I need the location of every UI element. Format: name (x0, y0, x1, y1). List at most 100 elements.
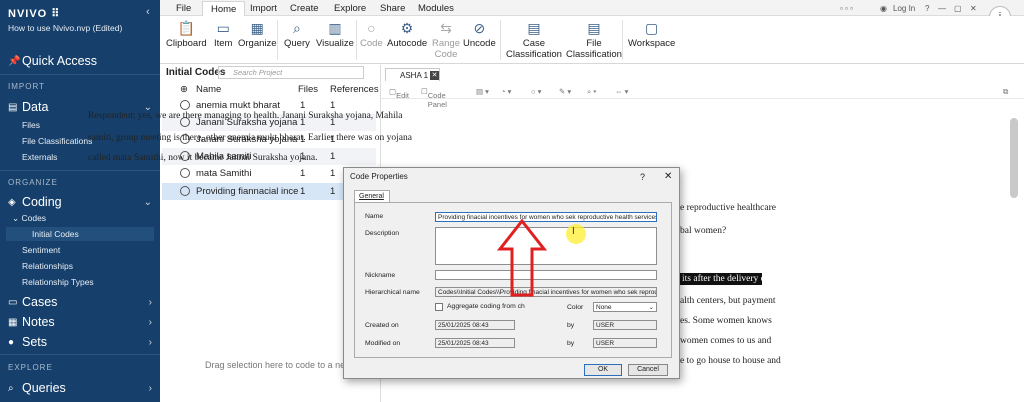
menu-explore[interactable]: Explore (334, 3, 366, 14)
document-line: e to go house to house and (680, 356, 781, 366)
add-code-icon[interactable]: ⊕ (180, 84, 188, 95)
query-icon: ⌕ (293, 20, 301, 36)
description-label: Description (365, 230, 399, 237)
code-panel-checkbox[interactable]: ☐ Code Panel (421, 87, 447, 109)
cancel-button[interactable]: Cancel (628, 364, 668, 376)
file-classification-icon: ▤ (587, 20, 601, 36)
edit-button[interactable]: ▢ Edit (389, 87, 409, 100)
search-icon: ⌕ (222, 68, 227, 77)
aggregate-checkbox[interactable] (435, 303, 443, 311)
close-tab-icon[interactable]: ✕ (430, 71, 439, 80)
sidebar-item-file-classifications[interactable]: File Classifications (22, 136, 92, 146)
sidebar-item-notes[interactable]: ▦ Notes › (0, 313, 160, 331)
uncode-icon: ⊘ (473, 20, 486, 36)
name-label: Name (365, 213, 384, 220)
query-button[interactable]: ⌕ Query (284, 18, 310, 49)
sidebar-item-cases[interactable]: ▭ Cases › (0, 293, 160, 311)
created-on-label: Created on (365, 322, 399, 329)
item-icon: ▭ (216, 20, 230, 36)
menu-create[interactable]: Create (290, 3, 319, 14)
sidebar-item-files[interactable]: Files (22, 120, 40, 130)
autocode-button[interactable]: ⚙ Autocode (387, 18, 427, 49)
menu-import[interactable]: Import (250, 3, 277, 14)
column-header-references[interactable]: References (330, 84, 379, 95)
menu-file[interactable]: File (176, 3, 191, 14)
visualize-button[interactable]: ▥ Visualize (316, 18, 354, 49)
explore-heading: EXPLORE (8, 363, 53, 372)
document-line: es. Some women knows (680, 316, 772, 326)
quick-access[interactable]: 📌 Quick Access (0, 52, 160, 70)
organize-icon: ▦ (250, 20, 264, 36)
color-select[interactable]: None ⌄ (593, 302, 657, 312)
autocode-icon: ⚙ (400, 20, 414, 36)
red-arrow-annotation (497, 219, 547, 297)
search-input[interactable]: ⌕ Search Project (218, 66, 364, 79)
chevron-down-icon: ⌄ (648, 304, 654, 311)
sidebar-item-initial-codes[interactable]: Initial Codes (32, 229, 79, 239)
format-dropdown[interactable]: ▤ ▾ (476, 87, 489, 96)
cases-icon: ▭ (8, 296, 18, 308)
coding-icon: ◈ (8, 196, 16, 208)
range-code-button[interactable]: ⇆ Range Code (432, 18, 460, 60)
document-line: women comes to us and (680, 336, 772, 346)
text-cursor-icon: I (572, 226, 575, 237)
uncode-button[interactable]: ⊘ Uncode (463, 18, 496, 49)
sidebar-item-queries[interactable]: ⌕ Queries › (0, 379, 160, 397)
hierarchical-name-label: Hierarchical name (365, 289, 420, 296)
window-controls[interactable]: ▫ ▫ ▫ (840, 4, 853, 13)
menu-home[interactable]: Home (202, 1, 246, 17)
column-header-name[interactable]: Name (196, 84, 221, 95)
close-icon[interactable]: ✕ (970, 4, 977, 13)
clipboard-icon: 📋 (177, 20, 196, 36)
minimize-icon[interactable]: — (938, 4, 946, 13)
document-line: Respondent: yes, we are there managing t… (88, 111, 403, 121)
sidebar-item-coding[interactable]: ◈ Coding ⌄ (0, 193, 160, 211)
zoom-dropdown[interactable]: ⌕ ▾ (587, 87, 596, 97)
help-icon[interactable]: ? (640, 172, 645, 182)
ok-button[interactable]: OK (584, 364, 622, 376)
clipboard-button[interactable]: 📋 Clipboard (166, 18, 207, 49)
workspace-icon: ▢ (645, 20, 659, 36)
sidebar-item-sets[interactable]: ● Sets › (0, 333, 160, 351)
chevron-down-icon: ⌄ (143, 196, 152, 208)
code-node-icon (180, 100, 190, 110)
created-on-field: 25/01/2025 08:43 (435, 320, 515, 330)
menu-modules[interactable]: Modules (418, 3, 454, 14)
sidebar-item-externals[interactable]: Externals (22, 152, 57, 162)
column-header-files[interactable]: Files (298, 84, 318, 95)
annotate-dropdown[interactable]: ✎ ▾ (559, 87, 571, 96)
item-button[interactable]: ▭ Item (214, 18, 232, 49)
sidebar-item-relationships[interactable]: Relationships (22, 261, 73, 271)
nickname-label: Nickname (365, 272, 396, 279)
collapse-sidebar-button[interactable]: ‹ (146, 6, 150, 18)
menu-share[interactable]: Share (380, 3, 405, 14)
pin-icon: 📌 (8, 55, 21, 67)
highlight-dropdown[interactable]: ◔ ▾ (501, 87, 511, 96)
user-icon[interactable]: ◉ (880, 4, 887, 13)
organize-button[interactable]: ▦ Organize (238, 18, 277, 49)
maximize-icon[interactable]: ▢ (954, 4, 962, 13)
chevron-right-icon: › (148, 382, 152, 394)
mouse-cursor-highlight: I (566, 224, 586, 244)
sidebar-item-relationship-types[interactable]: Relationship Types (22, 277, 94, 287)
close-icon[interactable]: ✕ (664, 171, 672, 182)
color-label: Color (567, 304, 584, 311)
notes-icon: ▦ (8, 316, 18, 328)
file-classification-button[interactable]: ▤ File Classification (566, 18, 622, 60)
visualize-icon: ▥ (328, 20, 342, 36)
case-classification-button[interactable]: ▤ Case Classification (506, 18, 562, 60)
aggregate-label: Aggregate coding from ch (447, 303, 525, 310)
sidebar-item-sentiment[interactable]: Sentiment (22, 245, 60, 255)
codes-panel-title: Initial Codes (166, 67, 226, 78)
tab-asha-1[interactable]: ASHA 1 ✕ (385, 68, 440, 81)
created-by-label: by (567, 322, 575, 329)
code-dropdown[interactable]: ○ ▾ (531, 87, 541, 96)
workspace-button[interactable]: ▢ Workspace (628, 18, 675, 49)
pop-out-icon[interactable]: ⧉ (1003, 87, 1008, 97)
code-button[interactable]: ○ Code (360, 18, 383, 49)
sidebar-item-codes[interactable]: ⌄ Codes (12, 213, 46, 224)
login-link[interactable]: Log In (893, 4, 915, 13)
vertical-scrollbar[interactable] (1010, 118, 1018, 198)
help-icon[interactable]: ? (925, 4, 929, 13)
link-dropdown[interactable]: ⇔ ▾ (615, 87, 628, 96)
